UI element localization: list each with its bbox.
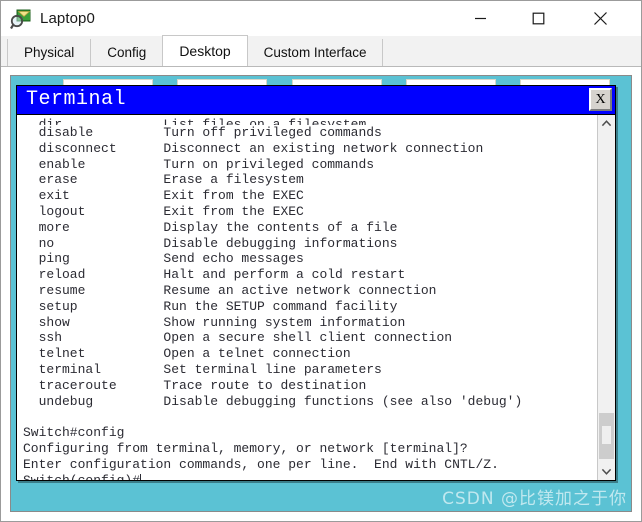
maximize-icon <box>532 12 544 25</box>
terminal-line: Switch#config <box>23 425 125 441</box>
terminal-line: no Disable debugging informations <box>23 235 398 251</box>
terminal-line: setup Run the SETUP command facility <box>23 298 398 314</box>
window-title: Laptop0 <box>40 10 95 27</box>
terminal-line: Switch(config)# <box>23 473 597 480</box>
terminal-titlebar[interactable]: Terminal X <box>17 86 615 115</box>
tab-bar: Physical Config Desktop Custom Interface <box>1 35 641 67</box>
terminal-line: logout Exit from the EXEC <box>23 203 304 219</box>
packet-tracer-laptop-icon <box>10 8 32 30</box>
terminal-window: Terminal X dir List files on a filesyste… <box>16 85 616 481</box>
terminal-line: show Show running system information <box>23 314 406 330</box>
maximize-button[interactable] <box>515 1 561 36</box>
terminal-title: Terminal <box>26 88 127 111</box>
tab-physical[interactable]: Physical <box>7 39 92 66</box>
terminal-line: disconnect Disconnect an existing networ… <box>23 140 484 156</box>
terminal-close-button[interactable]: X <box>589 88 612 111</box>
terminal-line: undebug Disable debugging functions (see… <box>23 393 523 409</box>
chevron-down-icon <box>601 468 612 475</box>
terminal-line: ping Send echo messages <box>23 251 304 267</box>
scrollbar-thumb[interactable] <box>599 413 614 459</box>
tab-desktop[interactable]: Desktop <box>162 35 248 66</box>
tab-config[interactable]: Config <box>90 39 164 66</box>
chevron-up-icon <box>601 120 612 127</box>
minimize-icon <box>474 17 486 20</box>
close-button[interactable] <box>577 1 623 36</box>
terminal-line: telnet Open a telnet connection <box>23 346 351 362</box>
terminal-line: disable Turn off privileged commands <box>23 125 382 140</box>
terminal-line: more Display the contents of a file <box>23 219 398 235</box>
scroll-down-button[interactable] <box>598 463 615 480</box>
watermark: CSDN @比镁加之于你 <box>442 489 627 509</box>
scrollbar-track[interactable] <box>598 132 615 463</box>
laptop-window: Laptop0 Physical Config Desktop Custom I… <box>0 0 642 522</box>
terminal-line: traceroute Trace route to destination <box>23 377 367 393</box>
tab-custom-interface[interactable]: Custom Interface <box>246 39 384 66</box>
terminal-line: Configuring from terminal, memory, or ne… <box>23 440 476 456</box>
scroll-up-button[interactable] <box>598 115 615 132</box>
close-icon <box>593 12 607 25</box>
terminal-line: erase Erase a filesystem <box>23 172 304 188</box>
terminal-line: reload Halt and perform a cold restart <box>23 267 406 283</box>
terminal-line: ssh Open a secure shell client connectio… <box>23 330 453 346</box>
terminal-line: Enter configuration commands, one per li… <box>23 456 499 472</box>
minimize-button[interactable] <box>457 1 503 36</box>
window-titlebar: Laptop0 <box>1 1 641 36</box>
tab-bar-filler <box>382 39 641 66</box>
terminal-caret <box>140 473 142 480</box>
terminal-line: exit Exit from the EXEC <box>23 188 304 204</box>
terminal-output[interactable]: dir List files on a filesystem disable T… <box>17 115 597 480</box>
terminal-scrollbar[interactable] <box>597 115 615 480</box>
terminal-line: dir List files on a filesystem <box>23 117 367 125</box>
terminal-line: terminal Set terminal line parameters <box>23 361 382 377</box>
terminal-line: enable Turn on privileged commands <box>23 156 375 172</box>
desktop-pane: Terminal X dir List files on a filesyste… <box>10 75 632 512</box>
terminal-line: resume Resume an active network connecti… <box>23 282 437 298</box>
terminal-body: dir List files on a filesystem disable T… <box>17 115 615 480</box>
scrollbar-thumb-grip <box>602 426 611 444</box>
